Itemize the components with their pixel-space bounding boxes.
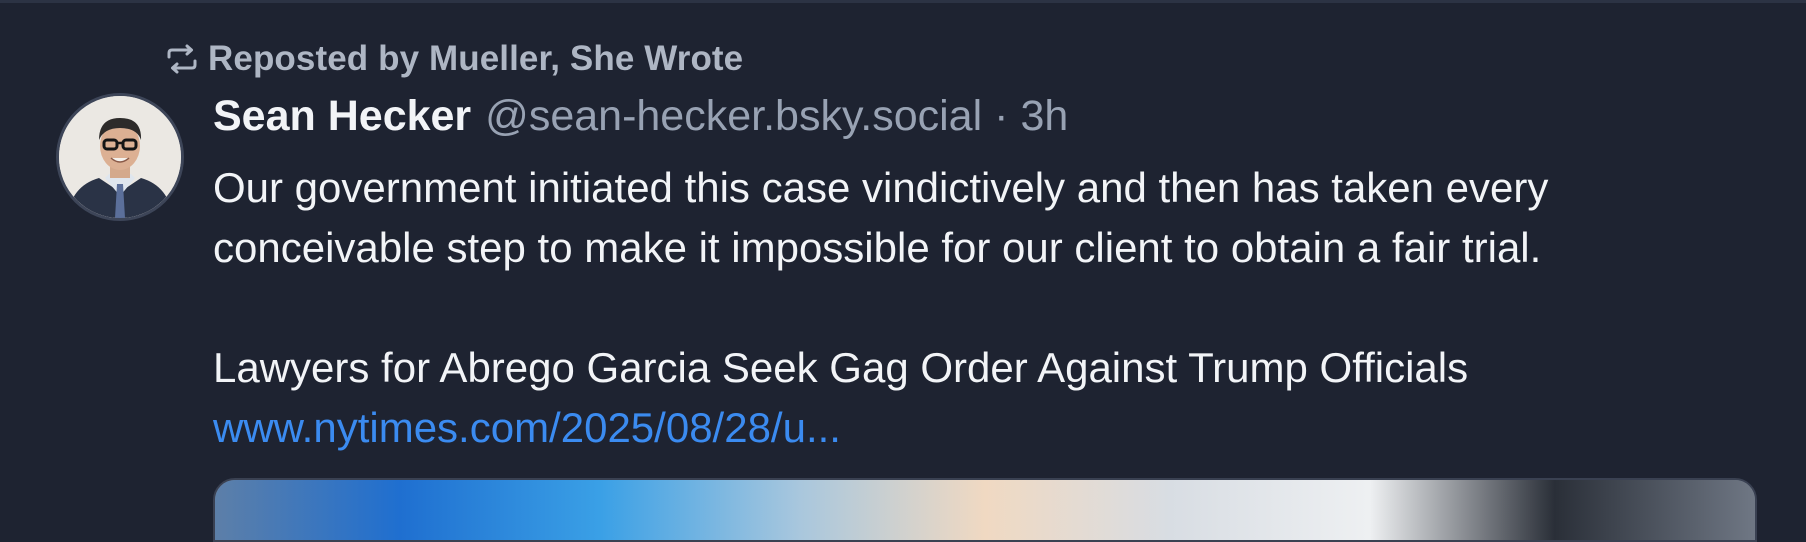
author-handle[interactable]: @sean-hecker.bsky.social bbox=[485, 92, 982, 141]
post-text: Our government initiated this case vindi… bbox=[213, 158, 1783, 458]
article-link[interactable]: www.nytimes.com/2025/08/28/u... bbox=[213, 398, 1783, 458]
repost-indicator[interactable]: Reposted by Mueller, She Wrote bbox=[166, 36, 743, 82]
author-name[interactable]: Sean Hecker bbox=[213, 92, 471, 141]
link-preview-image bbox=[215, 480, 1755, 540]
link-preview-card[interactable] bbox=[213, 478, 1757, 542]
author-avatar[interactable] bbox=[56, 93, 184, 221]
repost-icon bbox=[166, 44, 198, 74]
post-header: Sean Hecker @sean-hecker.bsky.social · 3… bbox=[213, 92, 1068, 148]
post-timestamp[interactable]: 3h bbox=[1020, 92, 1068, 141]
post-text-line: Lawyers for Abrego Garcia Seek Gag Order… bbox=[213, 344, 1469, 391]
feed-post[interactable]: Reposted by Mueller, She Wrote Sean Heck… bbox=[0, 0, 1806, 542]
post-text-line: Our government initiated this case vindi… bbox=[213, 164, 1549, 211]
repost-label[interactable]: Reposted by Mueller, She Wrote bbox=[208, 39, 743, 79]
post-text-line: conceivable step to make it impossible f… bbox=[213, 224, 1542, 271]
header-separator: · bbox=[994, 92, 1009, 140]
